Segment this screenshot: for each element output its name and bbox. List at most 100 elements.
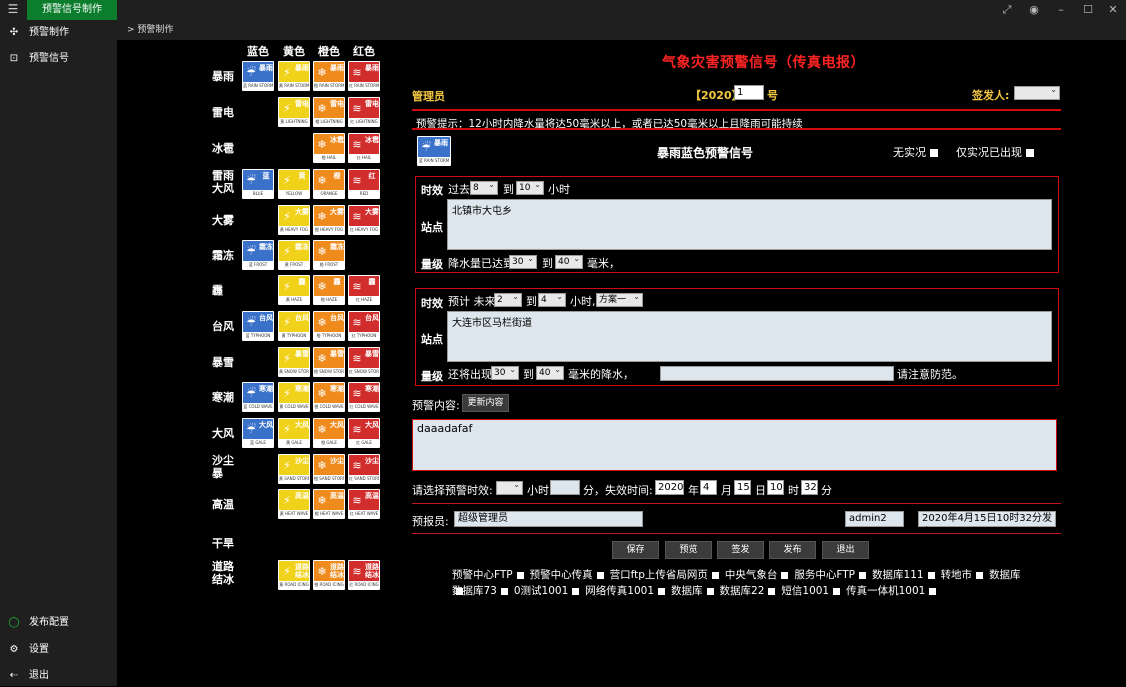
publish-target-checkbox[interactable]: 短信1001 xyxy=(781,585,841,597)
signal-icon[interactable]: ❄ 高温橙 HEAT WAVE xyxy=(313,489,345,519)
signal-icon[interactable]: ☔ 蓝 BLUE xyxy=(242,169,274,199)
close-button[interactable]: ✕ xyxy=(1100,0,1126,20)
signal-icon[interactable]: ☔ 大风蓝 GALE xyxy=(242,418,274,448)
validity-min-input[interactable] xyxy=(550,480,580,495)
publish-button[interactable]: 发布 xyxy=(769,541,816,559)
signal-icon[interactable]: ⚡ 暴雨黄 RAIN STORM xyxy=(278,61,310,91)
sidebar-item-exit[interactable]: ⇠ 退出 xyxy=(0,665,117,687)
expire-day-input[interactable]: 15 xyxy=(734,480,751,495)
save-button[interactable]: 保存 xyxy=(612,541,659,559)
sign-button[interactable]: 签发 xyxy=(717,541,764,559)
checkbox-icon[interactable] xyxy=(711,571,719,579)
checkbox-icon[interactable] xyxy=(929,587,937,595)
menu-icon[interactable]: ☰ xyxy=(6,2,20,16)
sidebar-item-compose[interactable]: ✣ 预警制作 xyxy=(0,22,117,44)
expire-month-input[interactable]: 4 xyxy=(700,480,717,495)
signal-icon[interactable]: ❄ 大风橙 GALE xyxy=(313,418,345,448)
signal-icon[interactable]: ❄ 沙尘橙 SAND STORM xyxy=(313,454,345,484)
checkbox-icon[interactable] xyxy=(706,587,714,595)
maximize-button[interactable]: ☐ xyxy=(1075,0,1101,20)
extra-input[interactable] xyxy=(660,366,894,381)
user-field[interactable]: admin2 xyxy=(845,511,904,527)
publish-target-checkbox[interactable]: 数据库111 xyxy=(872,569,935,581)
checkbox-icon[interactable] xyxy=(516,571,524,579)
plan-select[interactable]: 方案一 xyxy=(596,291,643,307)
signal-icon[interactable]: ≋ 寒潮红 COLD WAVE xyxy=(348,382,380,412)
publish-target-checkbox[interactable]: 预警中心FTP xyxy=(452,569,524,581)
checkbox-icon[interactable] xyxy=(976,571,984,579)
signal-icon[interactable]: ≋ 大雾红 HEAVY FOG xyxy=(348,205,380,235)
signal-icon[interactable]: ≋ 红 RED xyxy=(348,169,380,199)
future-from-select[interactable]: 2 xyxy=(494,291,522,307)
signal-icon[interactable]: ❄ 橙 ORANGE xyxy=(313,169,345,199)
signal-icon[interactable]: ≋ 冰雹红 HAIL xyxy=(348,133,380,163)
expire-hour-input[interactable]: 10 xyxy=(767,480,784,495)
sidebar-item-signal[interactable]: ⊡ 预警信号 xyxy=(0,48,117,70)
signal-icon[interactable]: ❄ 暴雨橙 RAIN STORM xyxy=(313,61,345,91)
signal-icon[interactable]: ❄ 寒潮橙 COLD WAVE xyxy=(313,382,345,412)
publish-target-checkbox[interactable]: 营口ftp上传省局网页 xyxy=(610,569,719,581)
signal-icon[interactable]: ⚡ 道路结冰黄 ROAD ICING xyxy=(278,560,310,590)
publish-target-checkbox[interactable]: 数据库 xyxy=(671,585,714,597)
signal-icon[interactable]: ≋ 霾红 HAZE xyxy=(348,275,380,305)
app-tab[interactable]: 预警信号制作 xyxy=(27,0,117,20)
publish-target-checkbox[interactable]: 预警中心传真 xyxy=(530,569,604,581)
signal-icon[interactable]: ⚡ 黄 YELLOW xyxy=(278,169,310,199)
past-from-select[interactable]: 8 xyxy=(470,179,498,195)
expand-icon[interactable]: ⤢ xyxy=(994,0,1020,20)
signal-icon[interactable]: ≋ 台风红 TYPHOON xyxy=(348,311,380,341)
signal-icon[interactable]: ❄ 道路结冰橙 ROAD ICING xyxy=(313,560,345,590)
signal-icon[interactable]: ≋ 沙尘红 SAND STORM xyxy=(348,454,380,484)
signal-icon[interactable]: ❄ 冰雹橙 HAIL xyxy=(313,133,345,163)
checkbox-icon[interactable] xyxy=(596,571,604,579)
signal-icon[interactable]: ⚡ 沙尘黄 SAND STORM xyxy=(278,454,310,484)
signal-icon[interactable]: ⚡ 大风黄 GALE xyxy=(278,418,310,448)
content-textarea[interactable]: daaadafaf xyxy=(412,419,1057,471)
checkbox-icon[interactable] xyxy=(500,587,508,595)
signal-icon[interactable]: ≋ 道路结冰红 ROAD ICING xyxy=(348,560,380,590)
publish-target-checkbox[interactable]: 数据库22 xyxy=(720,585,776,597)
signal-icon[interactable]: ❄ 大雾橙 HEAVY FOG xyxy=(313,205,345,235)
record-icon[interactable]: ◉ xyxy=(1021,0,1047,20)
checkbox-icon[interactable] xyxy=(768,587,776,595)
validity-hour-select[interactable] xyxy=(496,479,523,495)
no-live-checkbox[interactable]: 无实况 xyxy=(893,144,938,160)
station-textarea[interactable]: 北镇市大屯乡 xyxy=(447,199,1052,250)
signal-icon[interactable]: ≋ 大风红 GALE xyxy=(348,418,380,448)
expire-min-input[interactable]: 32 xyxy=(801,480,818,495)
expire-year-input[interactable]: 2020 xyxy=(655,480,684,495)
publish-target-checkbox[interactable]: 服务中心FTP xyxy=(794,569,867,581)
signal-icon[interactable]: ≋ 暴雨红 RAIN STORM xyxy=(348,61,380,91)
signal-icon[interactable]: ⚡ 霾黄 HAZE xyxy=(278,275,310,305)
publish-target-checkbox[interactable]: 转地市 xyxy=(941,569,984,581)
number-input[interactable]: 1 xyxy=(734,85,764,100)
signal-icon[interactable]: ☔ 台风蓝 TYPHOON xyxy=(242,311,274,341)
signal-icon[interactable]: ≋ 高温红 HEAT WAVE xyxy=(348,489,380,519)
signal-icon[interactable]: ❄ 霜冻橙 FROST xyxy=(313,240,345,270)
signal-icon[interactable]: ❄ 霾橙 HAZE xyxy=(313,275,345,305)
publish-target-checkbox[interactable]: 中央气象台 xyxy=(725,569,789,581)
amount-from-select[interactable]: 30 xyxy=(491,364,519,380)
signal-icon[interactable]: ⚡ 雷电黄 LIGHTNING xyxy=(278,97,310,127)
signal-icon[interactable]: ⚡ 寒潮黄 COLD WAVE xyxy=(278,382,310,412)
minimize-button[interactable]: – xyxy=(1048,0,1074,20)
sidebar-item-settings[interactable]: ⚙ 设置 xyxy=(0,639,117,661)
publish-target-checkbox[interactable]: 传真一体机1001 xyxy=(846,585,937,597)
signal-icon[interactable]: ≋ 雷电红 LIGHTNING xyxy=(348,97,380,127)
exit-button[interactable]: 退出 xyxy=(822,541,869,559)
publish-time-field[interactable]: 2020年4月15日10时32分发布 xyxy=(918,511,1056,538)
checkbox-icon[interactable] xyxy=(572,587,580,595)
signal-icon[interactable]: ☔ 寒潮蓝 COLD WAVE xyxy=(242,382,274,412)
checkbox-icon[interactable] xyxy=(930,149,938,157)
past-to-select[interactable]: 10 xyxy=(516,179,544,195)
live-only-checkbox[interactable]: 仅实况已出现 xyxy=(956,144,1034,160)
checkbox-icon[interactable] xyxy=(1026,149,1034,157)
publish-target-checkbox[interactable]: 数据库73 xyxy=(452,585,508,597)
checkbox-icon[interactable] xyxy=(658,587,666,595)
signal-icon[interactable]: ❄暴雪橙 SNOW STORM xyxy=(313,347,345,377)
checkbox-icon[interactable] xyxy=(781,571,789,579)
signal-icon[interactable]: ⚡ 大雾黄 HEAVY FOG xyxy=(278,205,310,235)
checkbox-icon[interactable] xyxy=(927,571,935,579)
amount-to-select[interactable]: 40 xyxy=(536,364,564,380)
signal-icon[interactable]: ⚡ 高温黄 HEAT WAVE xyxy=(278,489,310,519)
